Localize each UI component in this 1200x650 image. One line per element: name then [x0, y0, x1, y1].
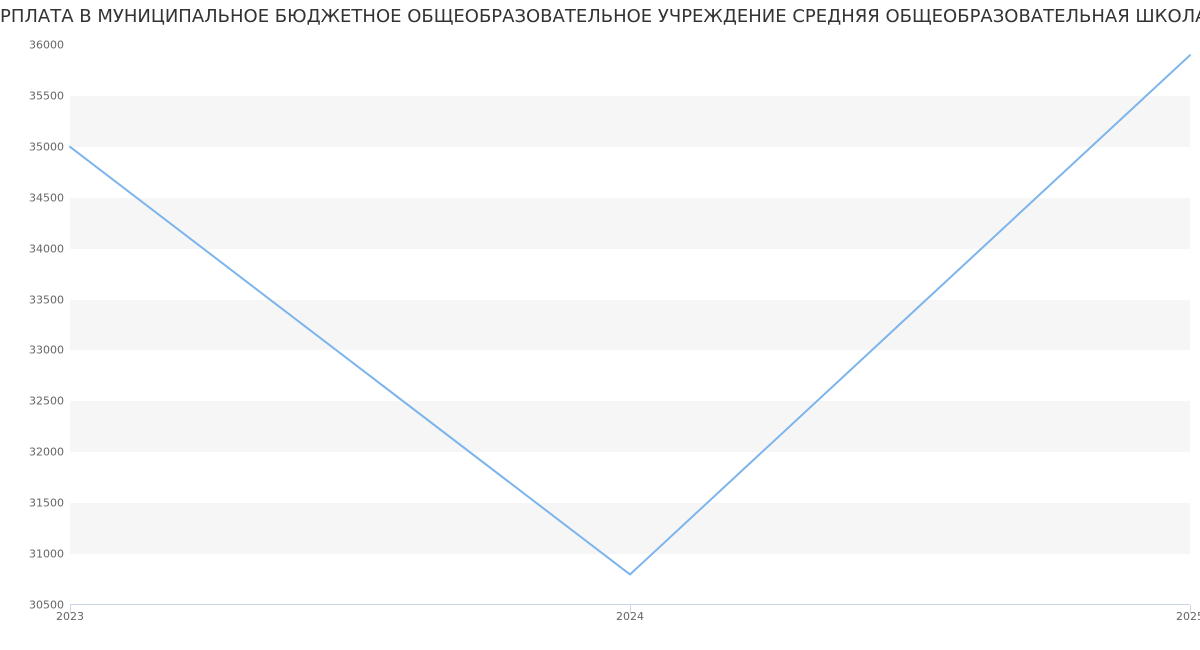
- y-tick-label: 33500: [10, 293, 64, 306]
- y-tick-label: 31500: [10, 497, 64, 510]
- y-tick-label: 35000: [10, 140, 64, 153]
- x-tick-label: 2025: [1176, 610, 1200, 623]
- y-tick-label: 36000: [10, 39, 64, 52]
- y-tick-label: 32500: [10, 395, 64, 408]
- y-tick-label: 32000: [10, 446, 64, 459]
- y-tick-label: 35500: [10, 89, 64, 102]
- y-tick-label: 34500: [10, 191, 64, 204]
- chart-title: РПЛАТА В МУНИЦИПАЛЬНОЕ БЮДЖЕТНОЕ ОБЩЕОБР…: [0, 6, 1200, 27]
- plot-area: [70, 45, 1190, 605]
- y-tick-label: 33000: [10, 344, 64, 357]
- x-tick-label: 2024: [616, 610, 644, 623]
- line-series: [70, 45, 1190, 605]
- y-tick-label: 34000: [10, 242, 64, 255]
- y-tick-label: 31000: [10, 548, 64, 561]
- x-tick-label: 2023: [56, 610, 84, 623]
